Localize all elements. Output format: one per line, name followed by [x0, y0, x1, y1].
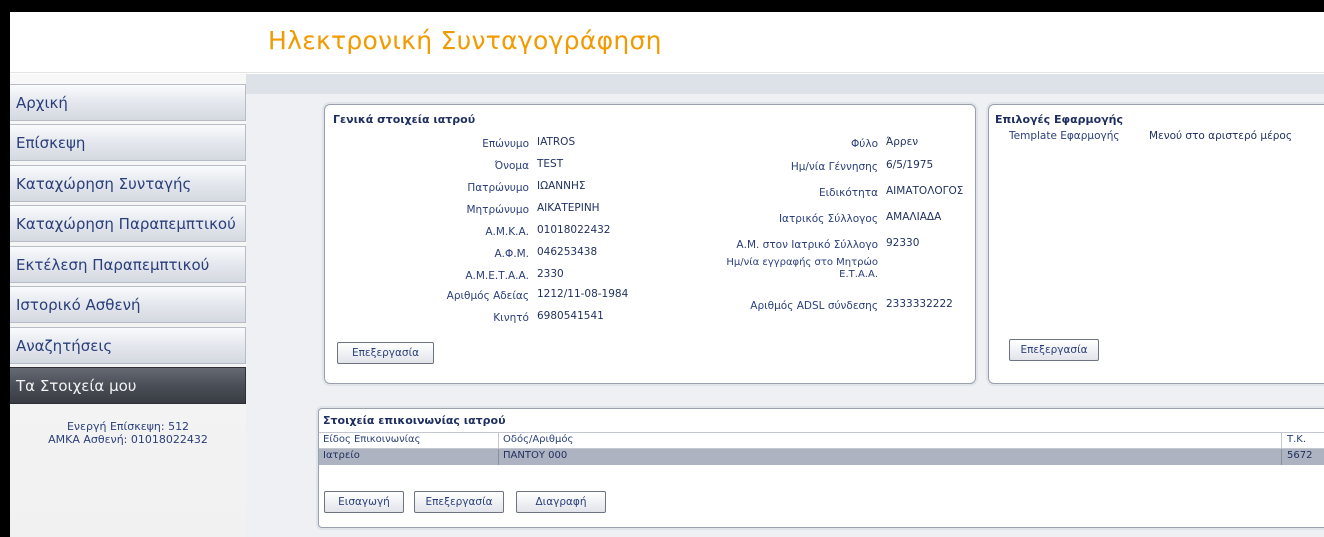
- license-number-label: Αριθμός Αδείας: [446, 290, 529, 302]
- gender-value: Άρρεν: [886, 136, 919, 148]
- mobile-label: Κινητό: [493, 312, 529, 324]
- app-window: Ηλεκτρονική Συνταγογράφηση Αρχική Επίσκε…: [10, 12, 1324, 537]
- app-options-panel: Επιλογές Εφαρμογής Template Εφαρμογής Με…: [988, 104, 1324, 384]
- surname-value: IATROS: [537, 136, 576, 148]
- doctor-details-title: Γενικά στοιχεία ιατρού: [333, 113, 476, 126]
- column-divider: [498, 433, 499, 448]
- first-name-label: Όνομα: [494, 160, 529, 172]
- active-visit-text: Ενεργή Επίσκεψη: 512: [66, 420, 190, 433]
- medical-association-label: Ιατρικός Σύλλογος: [778, 213, 878, 225]
- sidebar-item-my-details[interactable]: Τα Στοιχεία μου: [10, 367, 246, 404]
- father-name-label: Πατρώνυμο: [467, 182, 529, 194]
- amka-value: 01018022432: [537, 224, 611, 236]
- column-contact-type: Είδος Επικοινωνίας: [323, 434, 421, 445]
- main-content: Γενικά στοιχεία ιατρού Επώνυμο IATROS Όν…: [246, 74, 1324, 537]
- association-number-label: Α.Μ. στον Ιατρικό Σύλλογο: [736, 239, 878, 251]
- cell-postal-code: 5672: [1287, 450, 1313, 461]
- sidebar-item-visit[interactable]: Επίσκεψη: [10, 124, 246, 161]
- sidebar-item-home[interactable]: Αρχική: [10, 84, 246, 121]
- sidebar-item-searches[interactable]: Αναζητήσεις: [10, 327, 246, 364]
- registry-date-label: Ημ/νία εγγραφής στο Μητρώο Ε.Τ.Α.Α.: [726, 257, 878, 281]
- template-label: Template Εφαρμογής: [1009, 130, 1120, 142]
- medical-association-value: ΑΜΑΛΙΑΔΑ: [886, 211, 942, 223]
- birth-date-label: Ημ/νία Γέννησης: [790, 161, 878, 173]
- column-divider: [498, 449, 499, 465]
- mother-name-value: ΑΙΚΑΤΕΡΙΝΗ: [537, 202, 600, 214]
- association-number-value: 92330: [886, 237, 920, 249]
- specialty-label: Ειδικότητα: [819, 187, 878, 199]
- first-name-value: TEST: [537, 158, 564, 170]
- column-divider: [1281, 433, 1282, 448]
- license-number-value: 1212/11-08-1984: [537, 288, 629, 300]
- table-row[interactable]: Ιατρείο ΠΑΝΤΟΥ 000 5672: [319, 449, 1324, 465]
- doctor-details-panel: Γενικά στοιχεία ιατρού Επώνυμο IATROS Όν…: [324, 104, 976, 384]
- column-postal-code: Τ.Κ.: [1287, 434, 1307, 445]
- sidebar-item-prescription-entry[interactable]: Καταχώρηση Συνταγής: [10, 165, 246, 202]
- app-options-title: Επιλογές Εφαρμογής: [995, 113, 1124, 126]
- ametaa-value: 2330: [537, 268, 564, 280]
- patient-amka-text: ΑΜΚΑ Ασθενή: 01018022432: [48, 433, 208, 446]
- mother-name-label: Μητρώνυμο: [466, 204, 529, 216]
- app-title: Ηλεκτρονική Συνταγογράφηση: [268, 26, 662, 55]
- contact-details-panel: Στοιχεία επικοινωνίας ιατρού Είδος Επικο…: [318, 408, 1324, 528]
- sidebar: Αρχική Επίσκεψη Καταχώρηση Συνταγής Κατα…: [10, 74, 246, 537]
- insert-button[interactable]: Εισαγωγή: [324, 491, 404, 513]
- cell-contact-type: Ιατρείο: [323, 450, 360, 461]
- birth-date-value: 6/5/1975: [886, 159, 934, 171]
- afm-label: Α.Φ.Μ.: [494, 248, 529, 260]
- afm-value: 046253438: [537, 246, 598, 258]
- contact-table-header: Είδος Επικοινωνίας Οδός/Αριθμός Τ.Κ.: [319, 432, 1324, 449]
- app-header: Ηλεκτρονική Συνταγογράφηση: [10, 12, 1324, 73]
- sidebar-item-referral-execution[interactable]: Εκτέλεση Παραπεμπτικού: [10, 246, 246, 283]
- adsl-number-value: 2333332222: [886, 298, 953, 310]
- cell-street: ΠΑΝΤΟΥ 000: [503, 450, 568, 461]
- gender-label: Φύλο: [851, 138, 878, 150]
- doctor-edit-button[interactable]: Επεξεργασία: [337, 342, 434, 364]
- contact-details-title: Στοιχεία επικοινωνίας ιατρού: [323, 414, 506, 427]
- amka-label: Α.Μ.Κ.Α.: [485, 226, 529, 238]
- ametaa-label: Α.Μ.Ε.Τ.Α.Α.: [465, 270, 529, 282]
- adsl-number-label: Αριθμός ADSL σύνδεσης: [750, 300, 878, 312]
- template-value: Μενού στο αριστερό μέρος: [1149, 130, 1293, 142]
- options-edit-button[interactable]: Επεξεργασία: [1009, 339, 1099, 361]
- column-divider: [1281, 449, 1282, 465]
- column-street: Οδός/Αριθμός: [503, 434, 574, 445]
- contact-edit-button[interactable]: Επεξεργασία: [414, 491, 504, 513]
- delete-button[interactable]: Διαγραφή: [516, 491, 606, 513]
- specialty-value: ΑΙΜΑΤΟΛΟΓΟΣ: [886, 185, 964, 197]
- surname-label: Επώνυμο: [482, 138, 529, 150]
- sidebar-item-referral-entry[interactable]: Καταχώρηση Παραπεμπτικού: [10, 205, 246, 242]
- sidebar-item-patient-history[interactable]: Ιστορικό Ασθενή: [10, 286, 246, 323]
- father-name-value: ΙΩΑΝΝΗΣ: [537, 180, 586, 192]
- registry-date-label-line2: Ε.Τ.Α.Α.: [839, 269, 878, 280]
- main-top-strip: [246, 74, 1324, 94]
- registry-date-label-line1: Ημ/νία εγγραφής στο Μητρώο: [726, 257, 878, 268]
- mobile-value: 6980541541: [537, 310, 604, 322]
- session-info: Ενεργή Επίσκεψη: 512 ΑΜΚΑ Ασθενή: 010180…: [10, 420, 246, 446]
